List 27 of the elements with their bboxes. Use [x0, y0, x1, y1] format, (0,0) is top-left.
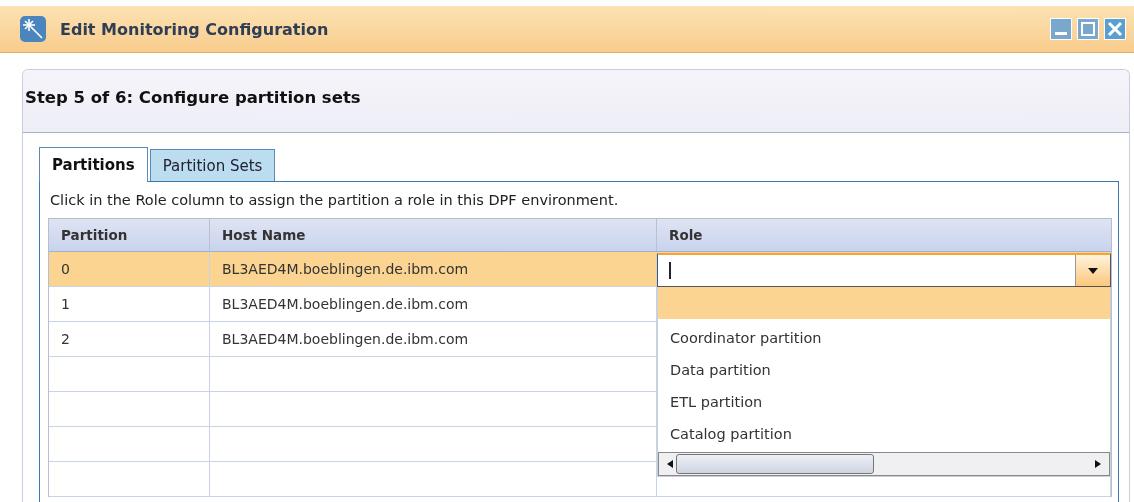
role-combo-box[interactable]	[657, 253, 1111, 287]
tab[interactable]: Partitions	[39, 147, 148, 182]
tab[interactable]: Partition Sets	[149, 149, 276, 181]
column-header[interactable]: Host Name	[210, 219, 657, 251]
dropdown-option[interactable]: ETL partition	[658, 386, 1110, 418]
dropdown-option[interactable]: Catalog partition	[658, 418, 1110, 450]
step-title: Step 5 of 6: Configure partition sets	[25, 87, 361, 107]
close-icon[interactable]	[1104, 18, 1126, 40]
table-cell: 2	[49, 322, 210, 356]
scroll-thumb[interactable]	[676, 454, 874, 474]
table-cell: 0	[49, 252, 210, 286]
caret-icon	[1088, 267, 1098, 274]
window-title: Edit Monitoring Configuration	[60, 19, 330, 39]
maximize-icon[interactable]	[1077, 18, 1099, 40]
scroll-right-icon[interactable]	[1095, 460, 1101, 468]
instruction-text: Click in the Role column to assign the partition a role in this DPF environment.	[50, 192, 620, 208]
dropdown-button[interactable]	[1075, 255, 1110, 286]
scroll-left-icon[interactable]	[667, 460, 673, 468]
minimize-icon[interactable]	[1050, 18, 1072, 40]
column-header[interactable]: Partition	[49, 219, 210, 251]
dropdown-option[interactable]: Data partition	[658, 354, 1110, 386]
dropdown-option[interactable]: Coordinator partition	[658, 322, 1110, 354]
column-header[interactable]: Role	[657, 219, 1111, 251]
horizontal-scrollbar[interactable]	[658, 452, 1110, 476]
sparkle-icon	[20, 16, 46, 42]
text-cursor	[669, 262, 671, 279]
table-cell: 1	[49, 287, 210, 321]
